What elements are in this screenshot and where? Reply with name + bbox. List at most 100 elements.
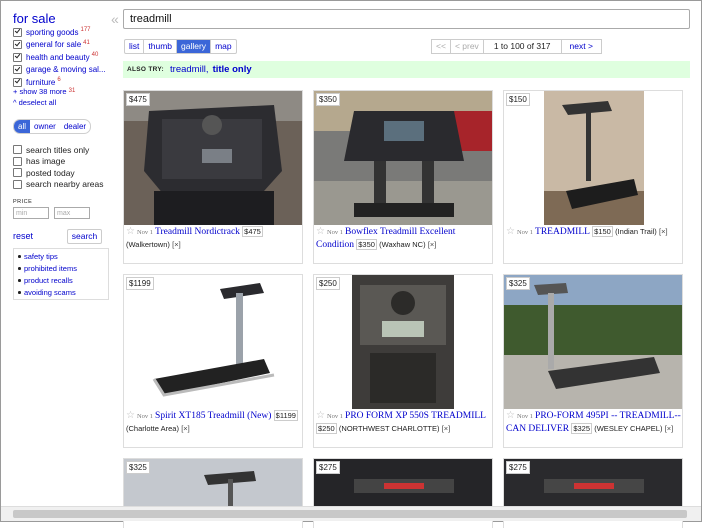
checkbox[interactable] xyxy=(13,168,22,178)
checkbox[interactable] xyxy=(13,65,22,74)
favorite-star-icon[interactable]: ☆ xyxy=(126,226,135,237)
price-badge: $325 xyxy=(506,277,530,290)
reset-link[interactable]: reset xyxy=(13,231,33,241)
listing-image[interactable]: $350 xyxy=(314,91,492,225)
horizontal-scrollbar[interactable] xyxy=(1,506,701,521)
post-date: Nov 1 xyxy=(516,229,534,236)
scrollbar-thumb[interactable] xyxy=(13,510,687,518)
favorite-star-icon[interactable]: ☆ xyxy=(506,410,515,421)
view-thumb[interactable]: thumb xyxy=(144,40,178,53)
result-card[interactable]: $350 ☆ Nov 1 Bowflex Treadmill Excellent C… xyxy=(313,90,493,264)
hide-listing-button[interactable]: [×] xyxy=(181,424,190,433)
hide-listing-button[interactable]: [×] xyxy=(172,240,181,249)
listing-image[interactable]: $250 xyxy=(314,275,492,409)
category-label[interactable]: furniture xyxy=(26,78,55,87)
checkbox[interactable] xyxy=(13,77,22,87)
option-posted-today[interactable]: posted today xyxy=(13,167,104,179)
listing-image[interactable]: $325 xyxy=(504,275,682,409)
result-range: 1 to 100 of 317 xyxy=(484,40,562,53)
result-card[interactable]: $325 ☆ Nov 1 PRO-FORM 495PI -- TREADMILL--… xyxy=(503,274,683,448)
price-label: $325 xyxy=(571,423,592,434)
avoiding-scams-link[interactable]: avoiding scams xyxy=(18,288,108,300)
hide-listing-button[interactable]: [×] xyxy=(659,227,668,236)
favorite-star-icon[interactable]: ☆ xyxy=(316,410,325,421)
treadmill-photo xyxy=(314,91,492,225)
listing-location: (Charlotte Area) xyxy=(126,424,179,433)
option-has-image[interactable]: has image xyxy=(13,156,104,168)
safety-tips-link[interactable]: safety tips xyxy=(18,252,108,264)
show-more-label[interactable]: + show 38 more xyxy=(13,87,67,96)
price-label: PRICE xyxy=(13,199,33,205)
category-item[interactable]: sporting goods 177 xyxy=(13,26,106,38)
checkbox[interactable] xyxy=(13,40,22,49)
listing-image[interactable]: $475 xyxy=(124,91,302,225)
listing-info: ☆ Nov 1 PRO FORM XP 550S TREADMILL $250 (N… xyxy=(316,410,491,435)
option-nearby-areas[interactable]: search nearby areas xyxy=(13,179,104,191)
price-badge: $475 xyxy=(126,93,150,106)
result-card[interactable]: $250 ☆ Nov 1 PRO FORM XP 550S TREADMILL $2… xyxy=(313,274,493,448)
next-page-button[interactable]: next > xyxy=(562,40,601,53)
seller-all[interactable]: all xyxy=(14,120,31,133)
price-label: $1199 xyxy=(273,410,298,421)
prev-page-button[interactable]: < prev xyxy=(451,40,484,53)
listing-title-link[interactable]: Treadmill Nordictrack xyxy=(155,227,240,237)
favorite-star-icon[interactable]: ☆ xyxy=(506,226,515,237)
listing-location: (Indian Trail) xyxy=(615,227,657,236)
option-titles-only[interactable]: search titles only xyxy=(13,144,104,156)
checkbox[interactable] xyxy=(13,145,22,155)
listing-title-link[interactable]: Spirit XT185 Treadmill (New) xyxy=(155,411,271,421)
prohibited-items-link[interactable]: prohibited items xyxy=(18,264,108,276)
product-recalls-link[interactable]: product recalls xyxy=(18,276,108,288)
hide-listing-button[interactable]: [×] xyxy=(442,424,451,433)
safety-links-box: safety tips prohibited items product rec… xyxy=(13,248,109,300)
treadmill-photo xyxy=(544,91,644,225)
hide-listing-button[interactable]: [×] xyxy=(428,240,437,249)
first-page-button[interactable]: << xyxy=(432,40,451,53)
favorite-star-icon[interactable]: ☆ xyxy=(126,410,135,421)
price-label: $350 xyxy=(356,239,377,250)
search-input[interactable]: treadmill xyxy=(123,9,690,29)
view-list[interactable]: list xyxy=(125,40,145,53)
category-count: 41 xyxy=(83,39,90,46)
category-label[interactable]: general for sale xyxy=(26,40,81,49)
category-item[interactable]: health and beauty 40 xyxy=(13,51,106,63)
category-item[interactable]: garage & moving sal... xyxy=(13,64,106,76)
checkbox[interactable] xyxy=(13,52,22,62)
seller-type-toggle: all owner dealer xyxy=(13,119,92,134)
category-label[interactable]: garage & moving sal... xyxy=(26,65,106,74)
checkbox[interactable] xyxy=(13,27,22,37)
listing-image[interactable]: $150 xyxy=(504,91,682,225)
deselect-all-link[interactable]: ^ deselect all xyxy=(13,98,56,107)
hide-listing-button[interactable]: [×] xyxy=(665,424,674,433)
checkbox[interactable] xyxy=(13,156,22,166)
listing-title-link[interactable]: PRO FORM XP 550S TREADMILL xyxy=(345,411,486,421)
price-badge: $150 xyxy=(506,93,530,106)
result-card[interactable]: $150 ☆ Nov 1 TREADMILL $150 (Indian Trail)… xyxy=(503,90,683,264)
result-card[interactable]: $475 ☆ Nov 1 Treadmill Nordictrack $475 (W… xyxy=(123,90,303,264)
also-try-label: ALSO TRY: xyxy=(127,66,165,73)
min-price-input[interactable]: min xyxy=(13,207,49,219)
show-more-link[interactable]: + show 38 more 31 xyxy=(13,87,75,96)
seller-owner[interactable]: owner xyxy=(30,120,60,133)
checkbox[interactable] xyxy=(13,179,22,189)
also-try-query-link[interactable]: treadmill, xyxy=(170,64,209,75)
seller-dealer[interactable]: dealer xyxy=(60,120,90,133)
title-only-link[interactable]: title only xyxy=(213,64,252,75)
favorite-star-icon[interactable]: ☆ xyxy=(316,226,325,237)
category-label[interactable]: sporting goods xyxy=(26,28,78,37)
pagination: << < prev 1 to 100 of 317 next > xyxy=(431,39,602,54)
category-title[interactable]: for sale xyxy=(13,11,56,26)
listing-info: ☆ Nov 1 PRO-FORM 495PI -- TREADMILL-- CAN … xyxy=(506,410,681,435)
collapse-sidebar-icon[interactable]: « xyxy=(111,11,119,27)
search-button[interactable]: search xyxy=(67,229,102,244)
category-label[interactable]: health and beauty xyxy=(26,53,90,62)
category-item[interactable]: general for sale 41 xyxy=(13,39,106,51)
listing-title-link[interactable]: TREADMILL xyxy=(535,227,590,237)
result-card[interactable]: $1199 ☆ Nov 1 Spirit XT185 Treadmill (New)… xyxy=(123,274,303,448)
price-badge: $1199 xyxy=(126,277,154,290)
view-gallery[interactable]: gallery xyxy=(177,40,212,53)
post-date: Nov 1 xyxy=(326,229,344,236)
max-price-input[interactable]: max xyxy=(54,207,90,219)
view-map[interactable]: map xyxy=(211,40,236,53)
listing-image[interactable]: $1199 xyxy=(124,275,302,409)
